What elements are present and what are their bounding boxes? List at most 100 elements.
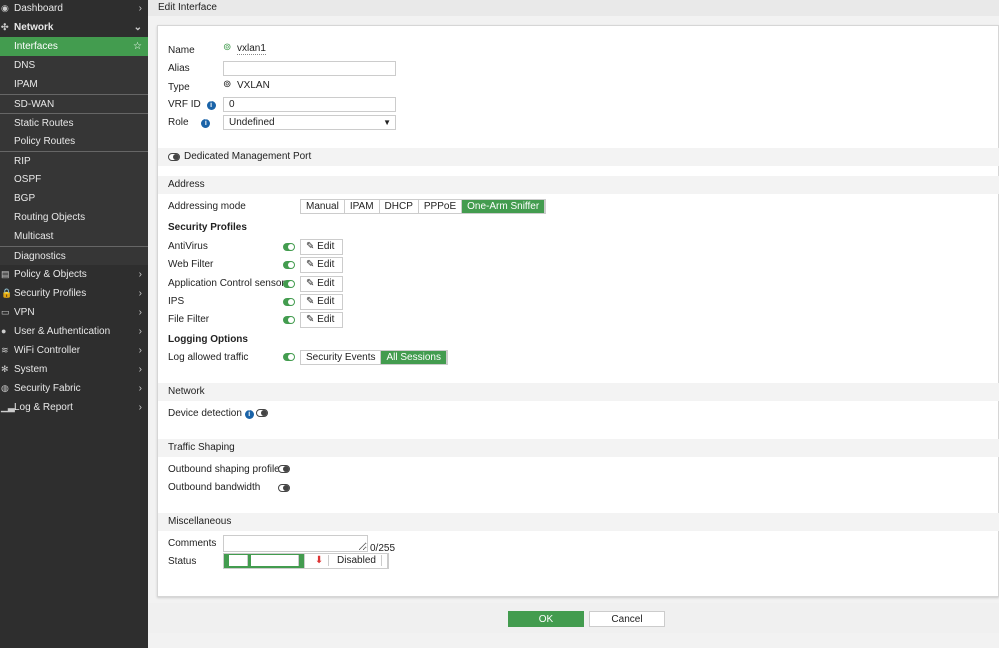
outbound-profile-toggle[interactable] bbox=[278, 465, 290, 473]
profile-toggle[interactable] bbox=[283, 243, 295, 251]
profile-edit-button[interactable]: ✎ Edit bbox=[300, 239, 343, 255]
sidebar-item-label: Static Routes bbox=[14, 118, 74, 129]
arrow-down-circle-icon: ⬇ bbox=[309, 555, 330, 566]
profile-toggle[interactable] bbox=[283, 279, 295, 288]
sidebar-item-label: Diagnostics bbox=[14, 251, 66, 262]
sidebar-item-ospf[interactable]: OSPF bbox=[0, 170, 148, 189]
sidebar-item-label: Routing Objects bbox=[14, 212, 86, 223]
sidebar-item-label: Policy Routes bbox=[14, 136, 76, 147]
chevron-icon: › bbox=[138, 402, 142, 413]
sidebar-item-label: IPAM bbox=[14, 79, 38, 90]
chevron-icon: › bbox=[138, 364, 142, 375]
comments-label: Comments bbox=[168, 538, 217, 549]
role-select[interactable]: Undefined ▼ bbox=[223, 115, 396, 130]
sidebar-item-security-fabric[interactable]: ◍ Security Fabric › bbox=[0, 379, 148, 398]
ok-button[interactable]: OK bbox=[508, 611, 584, 627]
sidebar-item-label: User & Authentication bbox=[14, 326, 111, 337]
addressing-mode-pppoe[interactable]: PPPoE bbox=[418, 200, 463, 213]
sidebar-item-label: Network bbox=[14, 22, 54, 33]
gear-icon: ✻ bbox=[1, 364, 9, 374]
sidebar-item-diagnostics[interactable]: Diagnostics bbox=[0, 246, 148, 265]
sidebar-item-routing-objects[interactable]: Routing Objects bbox=[0, 208, 148, 227]
sidebar: ◉ Dashboard › ✣ Network ⌄ Interfaces ☆ DNS IPAM SD… bbox=[0, 0, 148, 648]
log-allowed-toggle[interactable] bbox=[283, 353, 295, 361]
role-value: Undefined bbox=[229, 117, 275, 128]
info-icon[interactable]: i bbox=[244, 410, 254, 419]
sidebar-item-network[interactable]: ✣ Network ⌄ bbox=[0, 18, 148, 37]
sidebar-item-rip[interactable]: RIP bbox=[0, 151, 148, 170]
status-selector: ⬆ Enabled ⬇ Disabled bbox=[223, 553, 389, 569]
status-enabled[interactable]: ⬆ Enabled bbox=[224, 554, 305, 568]
vxlan-type-icon: ⊚ bbox=[223, 79, 232, 90]
section-address: Address bbox=[158, 176, 999, 194]
addressing-mode-one-arm-sniffer[interactable]: One-Arm Sniffer bbox=[462, 200, 546, 213]
sidebar-item-wifi-controller[interactable]: ≋ WiFi Controller › bbox=[0, 341, 148, 360]
sidebar-item-label: WiFi Controller bbox=[14, 345, 81, 356]
sidebar-item-static-routes[interactable]: Static Routes bbox=[0, 113, 148, 132]
addressing-mode-dhcp[interactable]: DHCP bbox=[379, 200, 419, 213]
sidebar-item-dns[interactable]: DNS bbox=[0, 56, 148, 75]
profile-toggle[interactable] bbox=[283, 261, 295, 270]
dashboard-icon: ◉ bbox=[1, 3, 9, 13]
fabric-icon: ◍ bbox=[1, 383, 9, 393]
favorite-star-icon[interactable]: ☆ bbox=[133, 37, 142, 56]
chevron-icon: ⌄ bbox=[133, 22, 142, 33]
alias-input[interactable] bbox=[223, 61, 396, 76]
sidebar-item-multicast[interactable]: Multicast bbox=[0, 227, 148, 246]
status-label: Status bbox=[168, 556, 197, 567]
sidebar-item-vpn[interactable]: ▭ VPN › bbox=[0, 303, 148, 322]
sidebar-item-user-authentication[interactable]: ● User & Authentication › bbox=[0, 322, 148, 341]
laptop-icon: ▭ bbox=[1, 307, 10, 317]
addressing-mode-manual[interactable]: Manual bbox=[301, 200, 345, 213]
sidebar-item-ipam[interactable]: IPAM bbox=[0, 75, 148, 94]
chevron-icon: › bbox=[138, 307, 142, 318]
dedicated-mgmt-row: Dedicated Management Port bbox=[158, 148, 999, 166]
sidebar-item-policy-objects[interactable]: ▤ Policy & Objects › bbox=[0, 265, 148, 284]
sidebar-item-security-profiles[interactable]: 🔒 Security Profiles › bbox=[0, 284, 148, 303]
device-detection-toggle[interactable] bbox=[256, 409, 268, 417]
log-option-security-events[interactable]: Security Events bbox=[301, 351, 382, 364]
pencil-icon: ✎ bbox=[306, 241, 315, 252]
page-title: Edit Interface bbox=[148, 0, 999, 16]
type-value: VXLAN bbox=[237, 80, 270, 91]
log-options-selector: Security Events All Sessions bbox=[300, 350, 448, 365]
sidebar-item-system[interactable]: ✻ System › bbox=[0, 360, 148, 379]
addressing-mode-ipam[interactable]: IPAM bbox=[344, 200, 380, 213]
info-icon[interactable]: i bbox=[201, 119, 211, 128]
profile-label: AntiVirus bbox=[168, 241, 208, 252]
user-icon: ● bbox=[1, 326, 7, 336]
profile-edit-button[interactable]: ✎ Edit bbox=[300, 275, 343, 292]
profile-edit-button[interactable]: ✎ Edit bbox=[300, 257, 343, 274]
dedicated-mgmt-toggle[interactable] bbox=[168, 153, 180, 161]
profile-toggle[interactable] bbox=[283, 316, 295, 325]
sidebar-item-label: Multicast bbox=[14, 231, 54, 242]
profile-edit-button[interactable]: ✎ Edit bbox=[300, 312, 343, 329]
sidebar-item-label: Security Fabric bbox=[14, 383, 81, 394]
sidebar-item-label: Policy & Objects bbox=[14, 269, 87, 280]
sidebar-item-policy-routes[interactable]: Policy Routes bbox=[0, 132, 148, 151]
name-value: vxlan1 bbox=[237, 43, 266, 55]
vrf-id-input[interactable]: 0 bbox=[223, 97, 396, 112]
profile-toggle[interactable] bbox=[283, 297, 295, 306]
sidebar-item-label: VPN bbox=[14, 307, 35, 318]
sidebar-item-label: Interfaces bbox=[14, 41, 58, 52]
sidebar-item-bgp[interactable]: BGP bbox=[0, 189, 148, 208]
log-option-all-sessions[interactable]: All Sessions bbox=[381, 351, 447, 364]
sidebar-item-log-report[interactable]: ▁▃ Log & Report › bbox=[0, 398, 148, 417]
arrow-up-circle-icon: ⬆ bbox=[229, 555, 249, 566]
sidebar-item-dashboard[interactable]: ◉ Dashboard › bbox=[0, 0, 148, 18]
info-icon[interactable]: i bbox=[206, 101, 216, 110]
status-disabled[interactable]: ⬇ Disabled bbox=[304, 554, 388, 568]
outbound-bandwidth-toggle[interactable] bbox=[278, 484, 290, 492]
sidebar-item-label: Dashboard bbox=[14, 3, 63, 14]
cancel-button[interactable]: Cancel bbox=[589, 611, 665, 627]
sidebar-item-interfaces[interactable]: Interfaces ☆ bbox=[0, 37, 148, 56]
pencil-icon: ✎ bbox=[306, 295, 315, 307]
sidebar-item-sd-wan[interactable]: SD-WAN bbox=[0, 94, 148, 113]
outbound-bandwidth-label: Outbound bandwidth bbox=[168, 482, 261, 493]
section-network: Network bbox=[158, 383, 999, 401]
comments-textarea[interactable] bbox=[223, 535, 368, 552]
profile-label: Application Control sensor bbox=[168, 277, 285, 289]
chevron-icon: › bbox=[138, 326, 142, 337]
profile-edit-button[interactable]: ✎ Edit bbox=[300, 293, 343, 310]
